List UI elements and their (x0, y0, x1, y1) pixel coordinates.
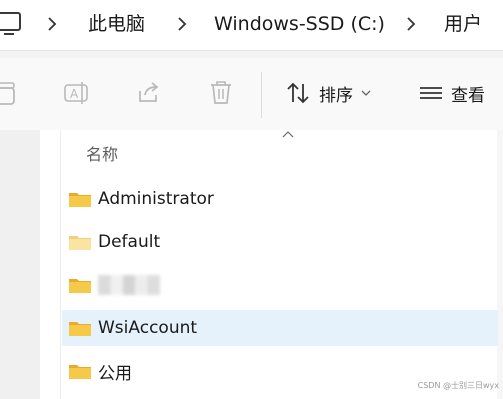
view-button[interactable]: 查看 (419, 78, 485, 108)
sort-indicator-icon (282, 131, 294, 138)
copy-button[interactable] (0, 78, 18, 108)
list-item[interactable]: Default (62, 224, 498, 260)
rename-icon: A (64, 82, 88, 104)
list-item-name: Administrator (98, 189, 214, 209)
chevron-right-icon[interactable] (403, 14, 419, 34)
folder-icon (69, 365, 91, 379)
delete-button[interactable] (208, 78, 234, 108)
breadcrumb-drive-c[interactable]: Windows-SSD (C:) (214, 12, 385, 36)
redacted-name (98, 275, 160, 295)
list-item-name: WsiAccount (98, 318, 198, 338)
chevron-down-icon (361, 90, 371, 96)
navigation-pane-edge (0, 130, 40, 399)
list-item-name: Default (98, 232, 161, 252)
share-button[interactable] (136, 78, 162, 108)
toolbar-separator (261, 72, 262, 118)
view-lines-icon (420, 87, 442, 99)
chevron-right-icon[interactable] (174, 14, 190, 34)
list-item-selected[interactable]: WsiAccount (62, 310, 498, 346)
sort-button[interactable]: 排序 (285, 78, 371, 108)
address-bar[interactable]: 此电脑 Windows-SSD (C:) 用户 (0, 0, 503, 51)
monitor-icon (0, 12, 21, 35)
breadcrumb-this-pc[interactable]: 此电脑 (88, 12, 145, 36)
pane-divider[interactable] (60, 130, 61, 399)
svg-text:A: A (70, 87, 79, 101)
copy-icon (0, 82, 15, 105)
command-bar: A 排序 查看 (0, 58, 503, 131)
sort-arrows-icon (287, 82, 309, 104)
column-header-name[interactable]: 名称 (86, 141, 118, 165)
list-item[interactable] (62, 267, 498, 303)
folder-icon (69, 193, 91, 207)
rename-button[interactable]: A (63, 78, 91, 108)
delete-icon (211, 81, 231, 104)
share-icon (139, 82, 159, 102)
watermark: CSDN @士别三日wyx (417, 381, 499, 390)
folder-icon (69, 279, 91, 293)
folder-icon (69, 236, 91, 250)
list-item-name: 公用 (98, 363, 132, 384)
sort-label: 排序 (319, 85, 353, 106)
chevron-right-icon[interactable] (44, 14, 60, 34)
folder-icon (69, 322, 91, 336)
view-label: 查看 (451, 85, 485, 106)
list-item[interactable]: Administrator (62, 181, 498, 217)
breadcrumb-users[interactable]: 用户 (444, 12, 482, 36)
